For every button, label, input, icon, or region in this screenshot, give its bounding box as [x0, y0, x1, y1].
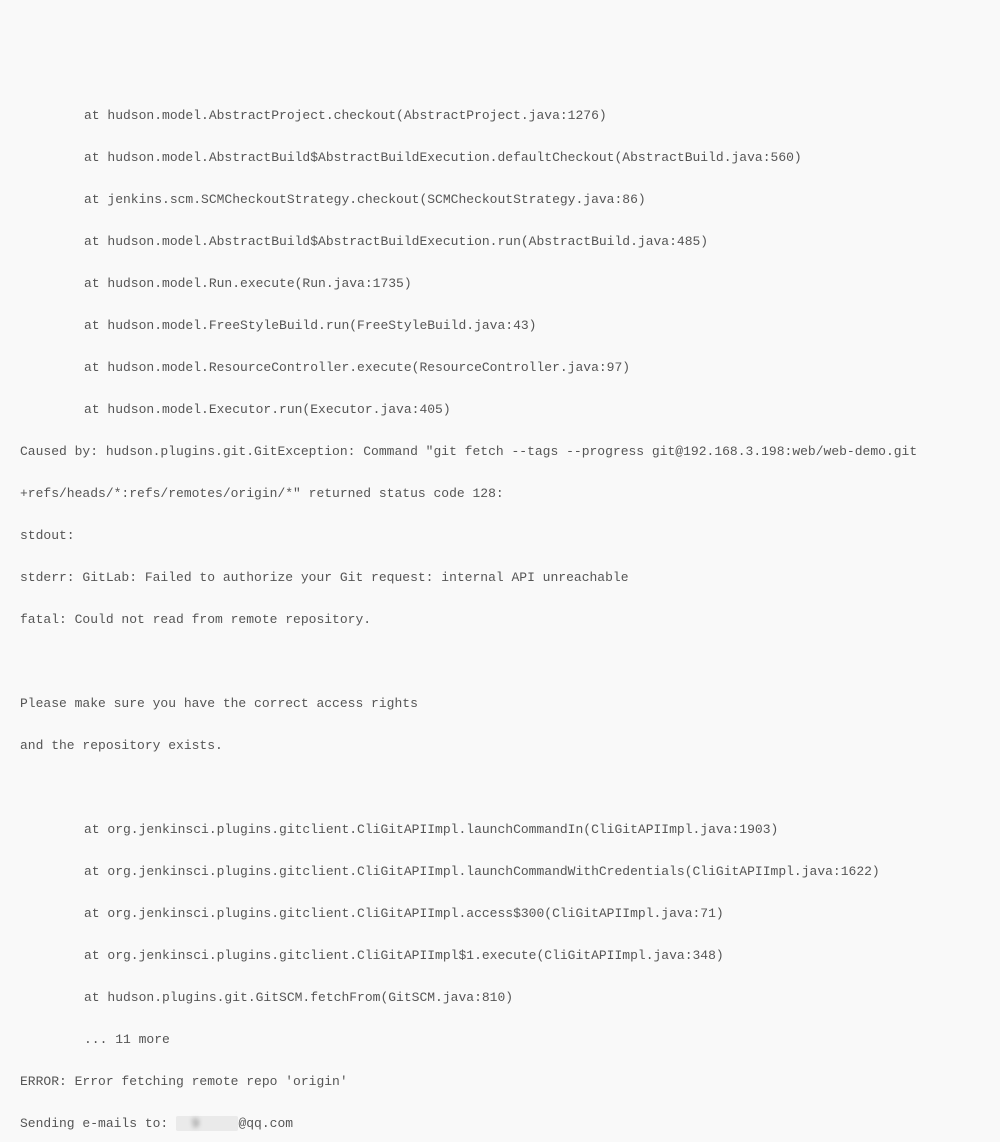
- stack-trace-line: at jenkins.scm.SCMCheckoutStrategy.check…: [20, 189, 980, 210]
- blank-line: [20, 777, 980, 798]
- console-output: at hudson.model.AbstractProject.checkout…: [0, 84, 1000, 1142]
- email-redacted: 9: [176, 1116, 238, 1131]
- stack-trace-line: at hudson.model.AbstractBuild$AbstractBu…: [20, 147, 980, 168]
- message-line: and the repository exists.: [20, 735, 980, 756]
- stderr-line: stderr: GitLab: Failed to authorize your…: [20, 567, 980, 588]
- stack-trace-line: at hudson.model.AbstractBuild$AbstractBu…: [20, 231, 980, 252]
- stack-trace-line: at org.jenkinsci.plugins.gitclient.CliGi…: [20, 819, 980, 840]
- blank-line: [20, 651, 980, 672]
- stack-trace-line: at hudson.model.AbstractProject.checkout…: [20, 105, 980, 126]
- sending-prefix: Sending e-mails to:: [20, 1116, 176, 1131]
- stack-trace-line: at hudson.model.Executor.run(Executor.ja…: [20, 399, 980, 420]
- message-line: Please make sure you have the correct ac…: [20, 693, 980, 714]
- caused-by-line: Caused by: hudson.plugins.git.GitExcepti…: [20, 441, 980, 462]
- caused-by-line: +refs/heads/*:refs/remotes/origin/*" ret…: [20, 483, 980, 504]
- stack-trace-line: at hudson.model.ResourceController.execu…: [20, 357, 980, 378]
- email-suffix: @qq.com: [238, 1116, 293, 1131]
- stack-trace-line: at hudson.model.FreeStyleBuild.run(FreeS…: [20, 315, 980, 336]
- stack-trace-line: at org.jenkinsci.plugins.gitclient.CliGi…: [20, 861, 980, 882]
- stdout-label: stdout:: [20, 525, 980, 546]
- stack-trace-line: ... 11 more: [20, 1029, 980, 1050]
- stack-trace-line: at hudson.model.Run.execute(Run.java:173…: [20, 273, 980, 294]
- fatal-line: fatal: Could not read from remote reposi…: [20, 609, 980, 630]
- stack-trace-line: at org.jenkinsci.plugins.gitclient.CliGi…: [20, 903, 980, 924]
- sending-emails-line: Sending e-mails to: 9 @qq.com: [20, 1113, 980, 1134]
- stack-trace-line: at org.jenkinsci.plugins.gitclient.CliGi…: [20, 945, 980, 966]
- error-line: ERROR: Error fetching remote repo 'origi…: [20, 1071, 980, 1092]
- stack-trace-line: at hudson.plugins.git.GitSCM.fetchFrom(G…: [20, 987, 980, 1008]
